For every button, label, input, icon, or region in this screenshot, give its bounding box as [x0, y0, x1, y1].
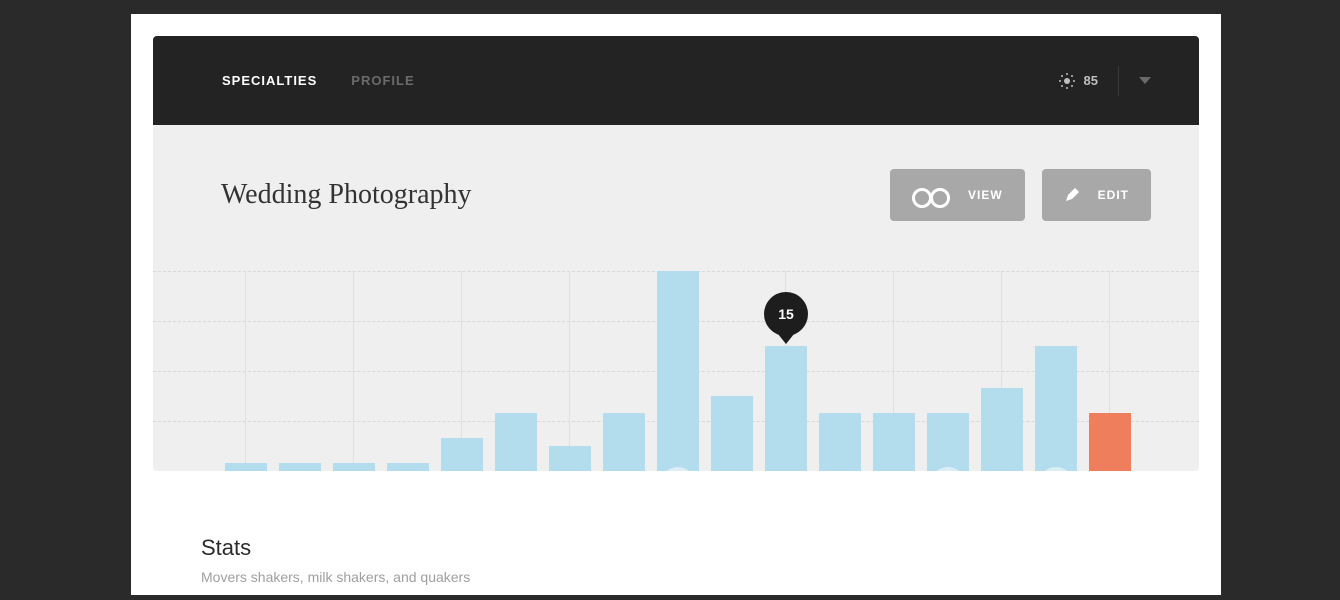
- bar-chart: 15: [153, 271, 1199, 471]
- nav-profile[interactable]: PROFILE: [351, 73, 414, 88]
- stats-subheading: Movers shakers, milk shakers, and quaker…: [201, 569, 1151, 585]
- stats-heading: Stats: [201, 535, 1151, 561]
- header-divider: [1118, 66, 1119, 96]
- chart-bar[interactable]: [495, 413, 537, 471]
- chart-bar[interactable]: [1089, 413, 1131, 471]
- chart-bar[interactable]: [225, 463, 267, 471]
- chart-bar[interactable]: [549, 446, 591, 471]
- view-button-label: VIEW: [968, 188, 1003, 202]
- chart-bar[interactable]: [657, 271, 699, 471]
- nav-specialties[interactable]: SPECIALTIES: [222, 73, 317, 88]
- stats-section: Stats Movers shakers, milk shakers, and …: [153, 471, 1199, 595]
- chart-bar[interactable]: [333, 463, 375, 471]
- page-title: Wedding Photography: [221, 179, 472, 211]
- chart-bar[interactable]: [819, 413, 861, 471]
- view-button[interactable]: VIEW: [890, 169, 1025, 221]
- edit-button-label: EDIT: [1098, 188, 1129, 202]
- chart-bar[interactable]: 15: [765, 346, 807, 471]
- sun-icon: [1060, 74, 1074, 88]
- temperature-value: 85: [1084, 73, 1098, 88]
- chart-bar[interactable]: [387, 463, 429, 471]
- chart-bar[interactable]: [711, 396, 753, 471]
- header-bar: SPECIALTIES PROFILE 85: [153, 36, 1199, 125]
- chart-bar[interactable]: [279, 463, 321, 471]
- glasses-icon: [912, 188, 950, 202]
- action-buttons: VIEW EDIT: [890, 169, 1151, 221]
- weather-widget: 85: [1060, 73, 1098, 88]
- edit-button[interactable]: EDIT: [1042, 169, 1151, 221]
- chart-bars: 15: [225, 271, 1199, 471]
- header-actions: 85: [1060, 66, 1151, 96]
- pencil-icon: [1064, 187, 1080, 203]
- app-frame: SPECIALTIES PROFILE 85: [131, 14, 1221, 595]
- thumbs-up-icon: [660, 467, 696, 471]
- chart-bar[interactable]: [981, 388, 1023, 471]
- chart-bar[interactable]: [927, 413, 969, 471]
- chart-tooltip: 15: [764, 292, 808, 336]
- bird-icon: [930, 467, 966, 471]
- chart-bar[interactable]: [441, 438, 483, 471]
- chart-bar[interactable]: [603, 413, 645, 471]
- header-nav: SPECIALTIES PROFILE: [222, 73, 415, 88]
- main-panel: SPECIALTIES PROFILE 85: [153, 36, 1199, 471]
- chart-bar[interactable]: [873, 413, 915, 471]
- title-row: Wedding Photography VIEW EDIT: [153, 125, 1199, 221]
- chevron-down-icon[interactable]: [1139, 77, 1151, 84]
- pencil-icon: [1038, 467, 1074, 471]
- chart-bar[interactable]: [1035, 346, 1077, 471]
